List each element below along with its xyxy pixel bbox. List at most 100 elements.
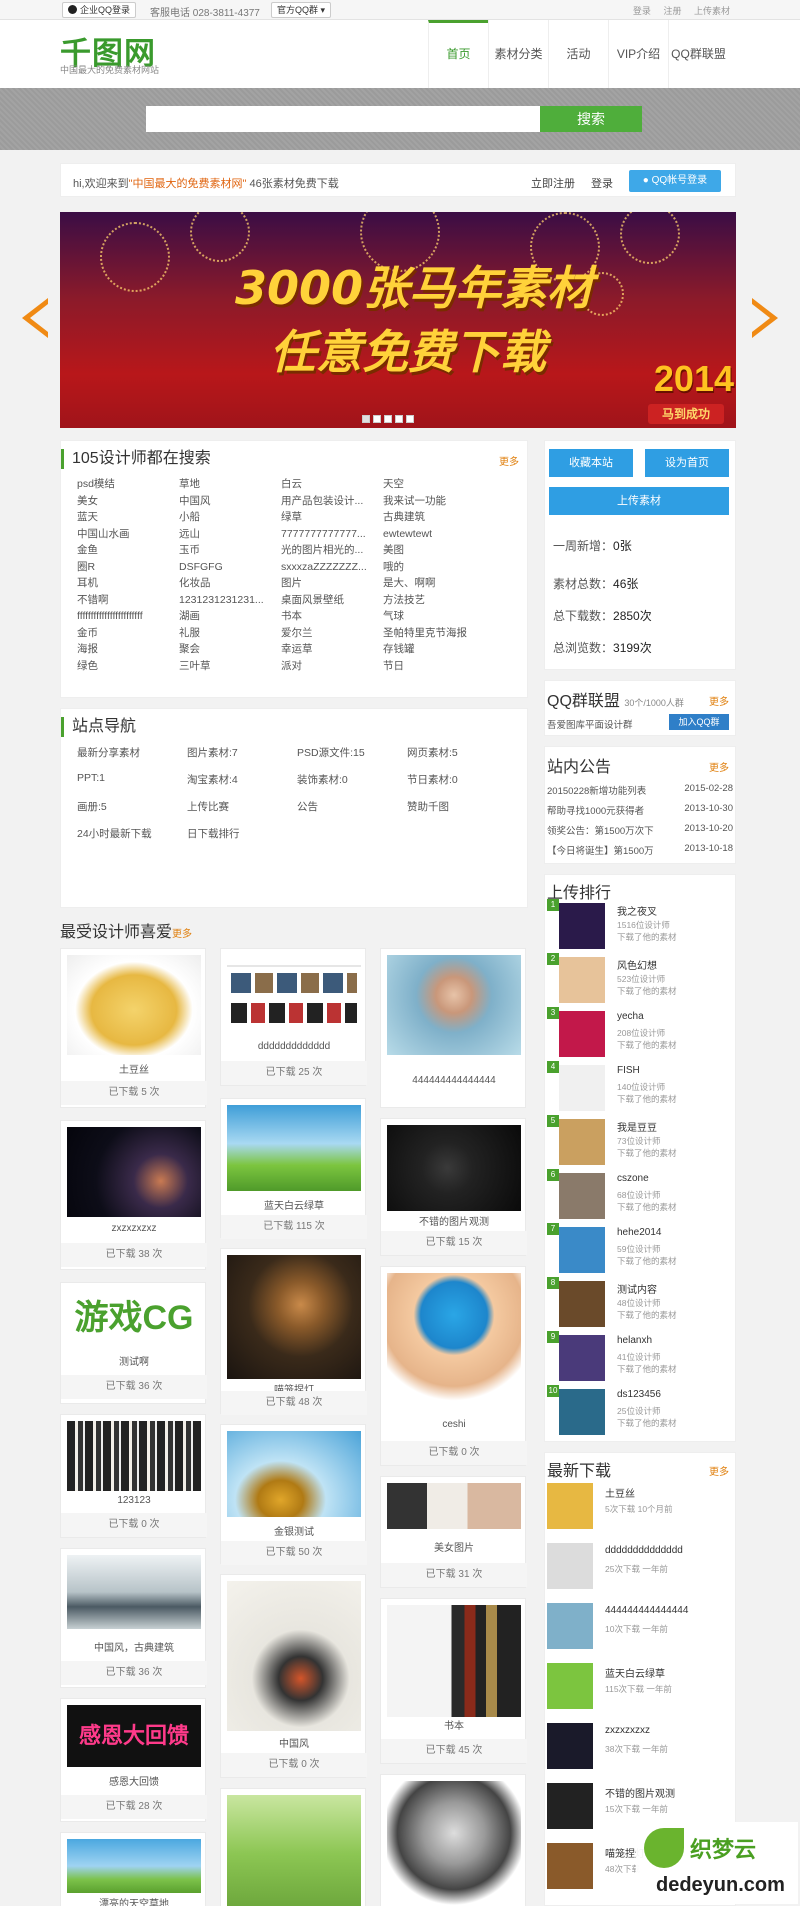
search-keyword-link[interactable]: 圈R <box>77 560 179 575</box>
search-keyword-link[interactable]: 蓝天 <box>77 510 179 525</box>
search-keyword-link[interactable]: 是大、啊啊 <box>383 576 485 591</box>
nav-categories[interactable]: 素材分类 <box>488 20 548 88</box>
search-keyword-link[interactable]: 我来试一功能 <box>383 494 485 509</box>
notice-item[interactable]: 【今日将诞生】第1500万 2013-10-18 <box>547 843 733 857</box>
set-homepage-button[interactable]: 设为首页 <box>645 449 729 477</box>
carousel-dot[interactable] <box>384 415 392 423</box>
search-keyword-link[interactable]: ffffffffffffffffffffffff <box>77 609 179 624</box>
qq-login-button[interactable]: 企业QQ登录 <box>62 2 137 18</box>
search-keyword-link[interactable]: 书本 <box>281 609 383 624</box>
site-nav-link[interactable]: 日下载排行 <box>187 826 297 841</box>
notice-item[interactable]: 领奖公告：第1500万次下 2013-10-20 <box>547 823 733 837</box>
qq-union-more-link[interactable]: 更多 <box>709 693 729 708</box>
search-keyword-link[interactable]: 绿草 <box>281 510 383 525</box>
search-keyword-link[interactable]: 远山 <box>179 527 281 542</box>
search-keyword-link[interactable]: 海报 <box>77 642 179 657</box>
search-keyword-link[interactable]: 礼服 <box>179 626 281 641</box>
search-button[interactable]: 搜索 <box>540 106 642 132</box>
search-keyword-link[interactable]: sxxxzaZZZZZZZ... <box>281 560 383 575</box>
register-link[interactable]: 立即注册 <box>531 175 575 191</box>
site-nav-link[interactable]: 24小时最新下载 <box>77 826 187 841</box>
join-qq-group-button[interactable]: 加入QQ群 <box>669 714 729 730</box>
search-keyword-link[interactable]: DSFGFG <box>179 560 281 575</box>
search-keyword-link[interactable]: 节日 <box>383 659 485 674</box>
material-card[interactable]: 中国风，古典建筑 已下载 36 次 <box>60 1548 207 1688</box>
latest-item[interactable]: 蓝天白云绿草 115次下载 一年前 <box>547 1663 733 1715</box>
search-keyword-link[interactable]: 中国山水画 <box>77 527 179 542</box>
site-nav-link[interactable]: 最新分享素材 <box>77 745 187 760</box>
search-keyword-link[interactable]: 气球 <box>383 609 485 624</box>
rank-item[interactable]: 5 我是豆豆 73位设计师 下载了他的素材 <box>547 1115 733 1167</box>
top-upload-link[interactable]: 上传素材 <box>694 6 730 16</box>
banner-prev-arrow-icon[interactable] <box>22 298 48 338</box>
material-card[interactable]: 中国风 已下载 0 次 <box>220 1574 367 1778</box>
carousel-dot[interactable] <box>406 415 414 423</box>
latest-item[interactable]: dddddddddddddd 25次下载 一年前 <box>547 1543 733 1595</box>
latest-more-link[interactable]: 更多 <box>709 1463 729 1478</box>
search-keyword-link[interactable]: 美图 <box>383 543 485 558</box>
search-keyword-link[interactable]: 草地 <box>179 477 281 492</box>
rank-item[interactable]: 7 hehe2014 59位设计师 下载了他的素材 <box>547 1223 733 1275</box>
rank-item[interactable]: 2 风色幻想 523位设计师 下载了他的素材 <box>547 953 733 1005</box>
search-input[interactable] <box>146 106 540 132</box>
search-keyword-link[interactable]: 古典建筑 <box>383 510 485 525</box>
search-keyword-link[interactable]: 不错啊 <box>77 593 179 608</box>
search-keyword-link[interactable]: 图片 <box>281 576 383 591</box>
banner-next-arrow-icon[interactable] <box>752 298 778 338</box>
top-login-link[interactable]: 登录 <box>633 6 651 16</box>
notice-item[interactable]: 20150228新增功能列表 2015-02-28 <box>547 783 733 797</box>
site-nav-link[interactable]: 网页素材:5 <box>407 745 517 760</box>
login-link[interactable]: 登录 <box>591 175 613 191</box>
site-nav-link[interactable]: 淘宝素材:4 <box>187 772 297 787</box>
material-card[interactable]: 444444444444444 <box>380 948 526 1108</box>
material-card[interactable] <box>380 1774 526 1906</box>
site-nav-link[interactable]: 节日素材:0 <box>407 772 517 787</box>
material-card[interactable]: zxzxzxzxz 已下载 38 次 <box>60 1120 207 1270</box>
search-keyword-link[interactable]: 圣帕特里克节海报 <box>383 626 485 641</box>
search-keyword-link[interactable]: psd模结 <box>77 477 179 492</box>
search-keyword-link[interactable]: 白云 <box>281 477 383 492</box>
material-card[interactable]: 金银测试 已下载 50 次 <box>220 1424 367 1565</box>
site-nav-link[interactable]: 赞助千图 <box>407 799 517 814</box>
search-keyword-link[interactable]: 玉币 <box>179 543 281 558</box>
site-nav-link[interactable]: 公告 <box>297 799 407 814</box>
material-card[interactable]: 书本 已下载 45 次 <box>380 1598 527 1764</box>
search-keyword-link[interactable]: 湖画 <box>179 609 281 624</box>
material-card[interactable]: 不错的图片观测 已下载 15 次 <box>380 1118 527 1256</box>
search-keyword-link[interactable]: 金鱼 <box>77 543 179 558</box>
nav-qq-union[interactable]: QQ群联盟 <box>668 20 728 88</box>
material-card[interactable]: 喵笼捏灯 已下载 48 次 <box>220 1248 367 1415</box>
search-keyword-link[interactable]: 中国风 <box>179 494 281 509</box>
material-card[interactable]: ddddddddddddd 已下载 25 次 <box>220 948 367 1086</box>
latest-item[interactable]: 土豆丝 5次下载 10个月前 <box>547 1483 733 1535</box>
qq-group-dropdown[interactable]: 官方QQ群 ▾ <box>271 2 332 18</box>
rank-item[interactable]: 3 yecha 208位设计师 下载了他的素材 <box>547 1007 733 1059</box>
material-card[interactable]: 土豆丝 已下载 5 次 <box>60 948 207 1108</box>
search-keyword-link[interactable]: 爱尔兰 <box>281 626 383 641</box>
top-register-link[interactable]: 注册 <box>663 6 681 16</box>
nav-home[interactable]: 首页 <box>428 20 488 88</box>
rank-item[interactable]: 6 cszone 68位设计师 下载了他的素材 <box>547 1169 733 1221</box>
rank-item[interactable]: 8 测试内容 48位设计师 下载了他的素材 <box>547 1277 733 1329</box>
site-nav-link[interactable]: 装饰素材:0 <box>297 772 407 787</box>
site-nav-link[interactable]: 上传比赛 <box>187 799 297 814</box>
notices-more-link[interactable]: 更多 <box>709 759 729 774</box>
site-nav-link[interactable]: 图片素材:7 <box>187 745 297 760</box>
search-keyword-link[interactable]: 桌面风景壁纸 <box>281 593 383 608</box>
banner-carousel[interactable]: 3000张马年素材 任意免费下载 2014 马到成功 <box>60 212 736 428</box>
search-keyword-link[interactable]: 派对 <box>281 659 383 674</box>
site-nav-link[interactable]: PSD源文件:15 <box>297 745 407 760</box>
search-keyword-link[interactable]: 三叶草 <box>179 659 281 674</box>
search-keyword-link[interactable]: 金币 <box>77 626 179 641</box>
nav-events[interactable]: 活动 <box>548 20 608 88</box>
carousel-dot[interactable] <box>373 415 381 423</box>
notice-item[interactable]: 帮助寻找1000元获得者 2013-10-30 <box>547 803 733 817</box>
search-keyword-link[interactable]: 耳机 <box>77 576 179 591</box>
search-keyword-link[interactable]: 化妆品 <box>179 576 281 591</box>
search-keyword-link[interactable]: 1231231231231... <box>179 593 281 608</box>
rank-item[interactable]: 9 helanxh 41位设计师 下载了他的素材 <box>547 1331 733 1383</box>
search-keyword-link[interactable]: 存钱罐 <box>383 642 485 657</box>
site-nav-link[interactable]: 画册:5 <box>77 799 187 814</box>
search-keyword-link[interactable]: 7777777777777... <box>281 527 383 542</box>
search-keyword-link[interactable]: 哦的 <box>383 560 485 575</box>
